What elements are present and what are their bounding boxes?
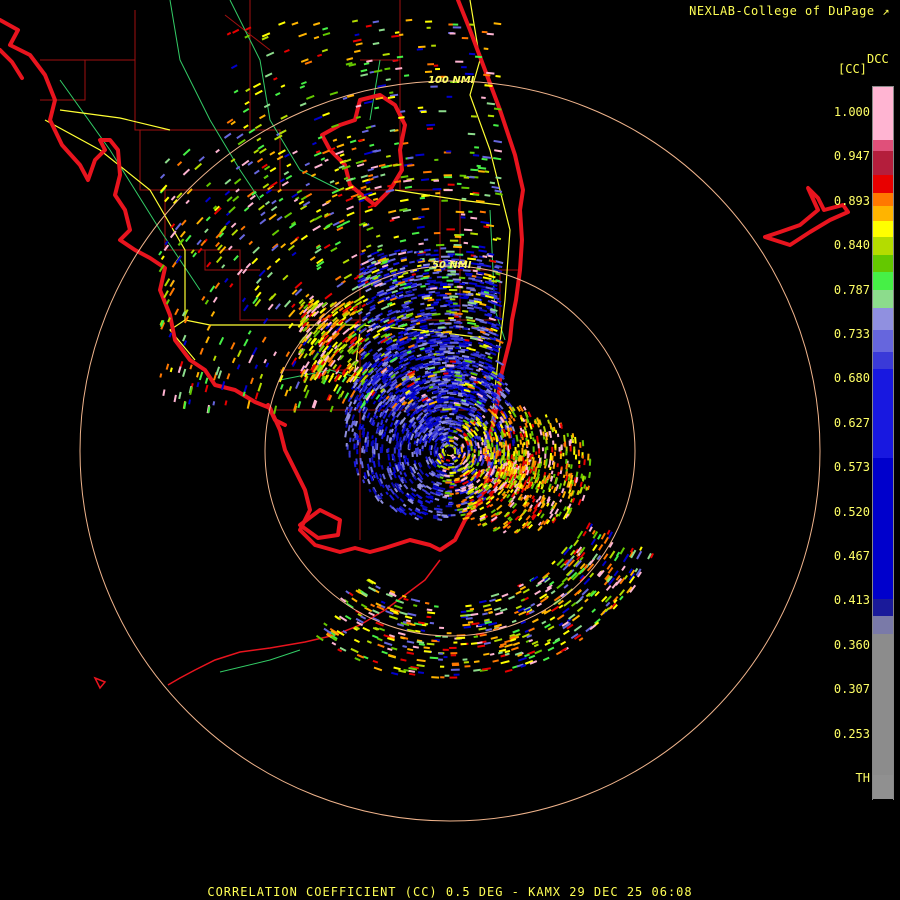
- colorbar-swatch: [873, 369, 893, 458]
- colorbar-tick-label: 0.680: [833, 371, 870, 386]
- colorbar-swatch: [873, 634, 893, 776]
- colorbar-swatch: [873, 775, 893, 799]
- colorbar-product: DCC: [867, 52, 889, 66]
- colorbar-swatch: [873, 289, 893, 308]
- product-caption: CORRELATION COEFFICIENT (CC) 0.5 DEG - K…: [207, 885, 693, 899]
- colorbar: [872, 86, 894, 800]
- colorbar-swatch: [873, 192, 893, 207]
- colorbar-tick-label: TH: [855, 771, 870, 785]
- colorbar-swatch: [873, 351, 893, 370]
- colorbar-unit: [CC]: [838, 62, 867, 76]
- florida-keys: [93, 559, 441, 690]
- colorbar-swatch: [873, 598, 893, 617]
- colorbar-swatch: [873, 272, 893, 290]
- colorbar-tick-label: 0.253: [833, 726, 870, 741]
- colorbar-tick-label: 0.947: [833, 149, 870, 164]
- colorbar-tick-label: 0.413: [833, 593, 870, 608]
- colorbar-swatch: [873, 236, 893, 255]
- colorbar-tick-label: 0.627: [833, 415, 870, 430]
- colorbar-tick-label: 0.360: [833, 637, 870, 652]
- colorbar-swatch: [873, 139, 893, 152]
- colorbar-swatch: [873, 307, 893, 330]
- colorbar-tick-label: 0.787: [833, 282, 870, 297]
- colorbar-swatch: [873, 799, 893, 800]
- radar-map: 50 NMI 100 NMI: [0, 0, 850, 822]
- colorbar-tick-label: 0.733: [833, 327, 870, 341]
- radar-echoes: [158, 18, 654, 679]
- colorbar-tick-label: 0.520: [833, 504, 870, 519]
- range-ring-50-label: 50 NMI: [432, 260, 472, 271]
- range-ring-100-label: 100 NMI: [428, 75, 475, 86]
- colorbar-tick-label: 0.573: [833, 460, 870, 475]
- colorbar-swatch: [873, 151, 893, 176]
- colorbar-tick-label: 0.467: [833, 549, 870, 563]
- colorbar-swatch: [873, 175, 893, 193]
- colorbar-swatch: [873, 254, 893, 273]
- colorbar-swatch: [873, 221, 893, 237]
- colorbar-swatch: [873, 87, 893, 140]
- colorbar-swatch: [873, 616, 893, 634]
- coastline: [0, 0, 850, 554]
- credit-label: NEXLAB-College of DuPage ↗: [689, 4, 890, 18]
- colorbar-tick-label: 1.000: [833, 105, 870, 119]
- colorbar-tick-label: 0.307: [833, 682, 870, 697]
- colorbar-tick-label: 0.840: [833, 238, 870, 253]
- colorbar-swatch: [873, 457, 893, 599]
- colorbar-swatch: [873, 206, 893, 222]
- radar-site-marker: [446, 447, 454, 455]
- colorbar-swatch: [873, 329, 893, 352]
- colorbar-tick-label: 0.893: [833, 193, 870, 208]
